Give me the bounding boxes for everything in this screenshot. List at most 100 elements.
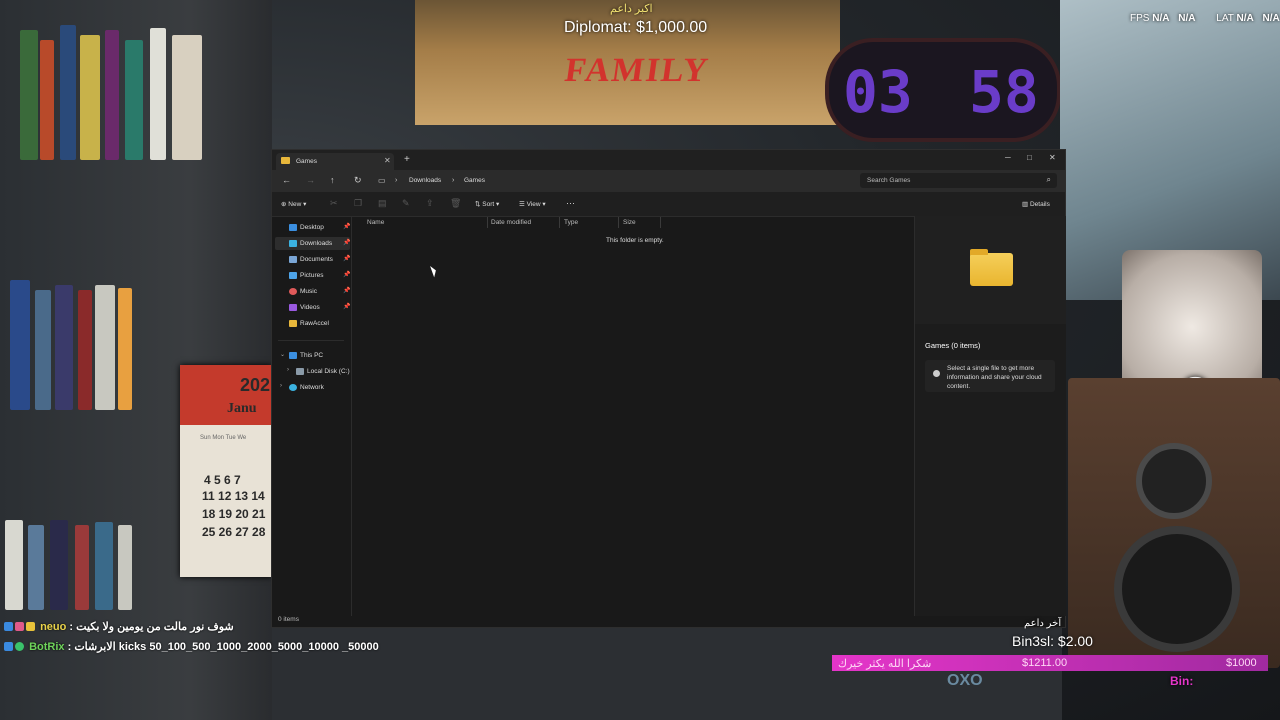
new-button[interactable]: ⊕ New ▾ [281,200,306,208]
bookshelf [0,0,272,720]
paste-icon[interactable]: ▤ [378,198,387,209]
calendar-row: 18 19 20 21 [202,507,266,521]
search-input[interactable]: Search Games ⌕ [860,173,1057,188]
lat-value-2: N/A [1262,13,1280,24]
chevron-right-icon[interactable]: › [280,383,282,389]
sidebar-item-rawaccel[interactable]: RawAccel [275,317,350,330]
column-header-size[interactable]: Size [623,219,636,226]
address-bar: ← → ↑ ↻ ▭ › Downloads › Games Search Gam… [272,170,1065,192]
column-separator[interactable] [618,217,619,228]
timer-seconds: 58 [969,58,1039,126]
sidebar-item-desktop[interactable]: Desktop 📌 [275,221,350,234]
minimize-button[interactable]: ─ [1005,153,1011,162]
tab-games[interactable]: Games ✕ [276,153,394,170]
title-bar[interactable]: Games ✕ + ─ □ ✕ [272,150,1065,170]
network-icon [289,384,297,391]
fps-value: N/A [1152,13,1170,24]
share-icon[interactable]: ⇪ [426,198,434,209]
view-label: View [526,201,541,208]
sort-button[interactable]: ⇅ Sort ▾ [475,200,499,208]
back-arrow-icon[interactable]: ← [282,175,291,185]
fps-label: FPS [1130,13,1150,24]
column-separator[interactable] [660,217,661,228]
top-donor-label: اكبر داعم [610,3,653,15]
countdown-timer: 03 58 [825,38,1061,142]
info-icon [933,370,940,377]
sidebar-item-label: Local Disk (C:) [307,368,350,375]
divider [278,340,344,341]
chevron-right-icon: › [452,177,455,184]
column-header-type[interactable]: Type [564,219,578,226]
forward-arrow-icon[interactable]: → [306,175,315,185]
folder-icon [281,157,290,164]
last-donation-text: Bin3sl: $2.00 [1012,633,1093,649]
chat-username: BotRix [29,641,65,653]
videos-icon [289,304,297,311]
fps-value-2: N/A [1178,13,1196,24]
pictures-icon [289,272,297,279]
column-separator[interactable] [487,217,488,228]
tab-label: Games [296,158,317,165]
breadcrumb-games[interactable]: Games [464,177,485,184]
details-button[interactable]: ▥ Details [1022,200,1050,208]
chat-message: neuo : شوف نور مالت من يومين ولا بكيت [4,620,234,633]
sidebar-item-label: Network [300,384,324,391]
details-message: Select a single file to get more informa… [947,365,1042,390]
sidebar-item-music[interactable]: Music 📌 [275,285,350,298]
column-separator[interactable] [559,217,560,228]
goal-current: $1211.00 [1022,657,1068,669]
desktop-icon [289,224,297,231]
sidebar-item-label: Videos [300,304,320,311]
more-options-button[interactable]: ··· [566,198,575,208]
sidebar-item-label: Music [300,288,317,295]
cut-icon[interactable]: ✂ [330,198,338,209]
sidebar-item-network[interactable]: › Network [275,381,350,394]
chevron-down-icon[interactable]: ⌄ [280,351,285,358]
rename-icon[interactable]: ✎ [402,198,410,209]
close-tab-icon[interactable]: ✕ [384,156,391,165]
chevron-right-icon[interactable]: › [287,367,289,373]
breadcrumb-downloads[interactable]: Downloads [409,177,441,184]
wall-calendar: 202 Janu Sun Mon Tue We 4 5 6 7 11 12 13… [180,365,272,577]
pin-icon: 📌 [343,272,351,278]
goal-target: $1000 [1226,657,1257,669]
empty-folder-message: This folder is empty. [606,237,664,244]
sidebar-item-downloads[interactable]: Downloads 📌 [275,237,350,250]
mouse-cursor [430,264,438,278]
new-tab-button[interactable]: + [404,154,410,165]
goal-message: شكرا الله يكثر خيرك [838,658,932,670]
sidebar-item-local-disk[interactable]: › Local Disk (C:) [282,365,357,378]
refresh-icon[interactable]: ↻ [354,175,362,186]
downloads-icon [289,240,297,247]
view-button[interactable]: ☰ View ▾ [519,200,546,208]
calendar-month: Janu [227,401,257,416]
file-explorer-window[interactable]: Games ✕ + ─ □ ✕ ← → ↑ ↻ ▭ › Downloads › … [271,149,1066,628]
music-icon [289,288,297,295]
copy-icon[interactable]: ❐ [354,198,362,209]
chat-username: neuo [40,621,67,633]
sidebar-item-pictures[interactable]: Pictures 📌 [275,269,350,282]
folder-icon [289,320,297,327]
sidebar-item-videos[interactable]: Videos 📌 [275,301,350,314]
donation-goal-bar: شكرا الله يكثر خيرك $1211.00 $1000 [832,655,1268,671]
monitor-icon[interactable]: ▭ [378,176,386,185]
speaker [1068,378,1280,668]
column-header-date-modified[interactable]: Date modified [491,219,531,226]
maximize-button[interactable]: □ [1027,153,1032,162]
details-info-box: Select a single file to get more informa… [925,360,1055,392]
folder-icon [970,249,1013,286]
sidebar-item-documents[interactable]: Documents 📌 [275,253,350,266]
sidebar-item-this-pc[interactable]: ⌄ This PC [275,349,350,362]
status-bar-count: 0 items [278,616,299,623]
new-label: New [288,201,302,208]
lat-label: LAT [1216,13,1234,24]
up-arrow-icon[interactable]: ↑ [330,175,335,185]
delete-icon[interactable]: 🗑 [450,198,461,209]
column-header-name[interactable]: Name [367,219,384,226]
chevron-right-icon: › [395,177,398,184]
drive-icon [296,368,304,375]
calendar-year: 202 [240,375,271,395]
sidebar-item-label: Downloads [300,240,333,247]
close-button[interactable]: ✕ [1049,153,1056,162]
sidebar-item-label: This PC [300,352,324,359]
